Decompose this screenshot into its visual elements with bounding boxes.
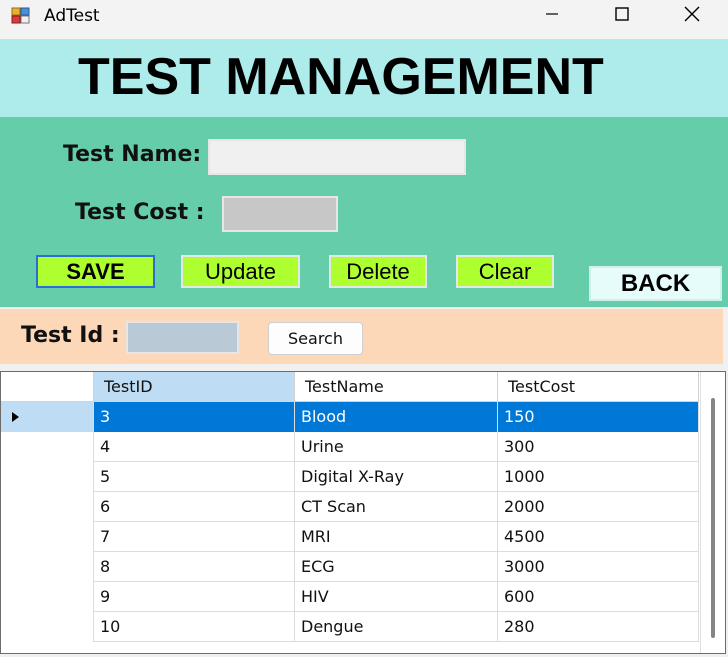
cell-testname[interactable]: Urine [295, 432, 498, 462]
cell-testid[interactable]: 10 [94, 612, 295, 642]
row-header[interactable] [1, 582, 94, 612]
scrollbar-thumb[interactable] [711, 398, 715, 638]
cell-testid[interactable]: 7 [94, 522, 295, 552]
table-row[interactable]: 7 MRI 4500 [1, 522, 699, 552]
cell-testcost[interactable]: 600 [498, 582, 699, 612]
cell-testcost[interactable]: 300 [498, 432, 699, 462]
test-id-input[interactable] [126, 321, 239, 354]
minimize-icon [545, 7, 559, 26]
cell-testcost[interactable]: 150 [498, 402, 699, 432]
back-button[interactable]: BACK [589, 266, 722, 301]
close-icon [684, 6, 700, 27]
cell-testname[interactable]: CT Scan [295, 492, 498, 522]
test-name-label: Test Name: [63, 142, 202, 167]
table-row[interactable]: 10 Dengue 280 [1, 612, 699, 642]
cell-testcost[interactable]: 1000 [498, 462, 699, 492]
app-icon [11, 6, 31, 26]
title-bar: AdTest [0, 0, 728, 39]
table-row[interactable]: 9 HIV 600 [1, 582, 699, 612]
table-row[interactable]: 4 Urine 300 [1, 432, 699, 462]
search-button[interactable]: Search [268, 322, 363, 355]
maximize-icon [615, 7, 629, 26]
tests-data-grid[interactable]: TestID TestName TestCost 3 Blood 150 4 Urine… [0, 371, 726, 654]
delete-button[interactable]: Delete [329, 255, 427, 288]
vertical-scrollbar[interactable] [700, 372, 725, 653]
column-header-testcost[interactable]: TestCost [498, 372, 699, 402]
cell-testid[interactable]: 3 [94, 402, 295, 432]
row-header[interactable] [1, 552, 94, 582]
cell-testname[interactable]: Dengue [295, 612, 498, 642]
table-row[interactable]: 6 CT Scan 2000 [1, 492, 699, 522]
row-header[interactable] [1, 462, 94, 492]
update-button[interactable]: Update [181, 255, 300, 288]
row-header[interactable] [1, 522, 94, 552]
cell-testname[interactable]: Blood [295, 402, 498, 432]
test-name-input[interactable] [208, 139, 466, 175]
column-header-testid[interactable]: TestID [94, 372, 295, 402]
window-title: AdTest [44, 6, 100, 26]
row-header[interactable] [1, 432, 94, 462]
test-cost-label: Test Cost : [75, 200, 205, 225]
grid-header-row: TestID TestName TestCost [1, 372, 699, 402]
cell-testname[interactable]: MRI [295, 522, 498, 552]
table-row[interactable]: 3 Blood 150 [1, 402, 699, 432]
cell-testid[interactable]: 6 [94, 492, 295, 522]
cell-testcost[interactable]: 4500 [498, 522, 699, 552]
cell-testname[interactable]: HIV [295, 582, 498, 612]
header-banner: TEST MANAGEMENT [0, 39, 728, 117]
row-header[interactable] [1, 402, 94, 432]
cell-testid[interactable]: 4 [94, 432, 295, 462]
cell-testcost[interactable]: 2000 [498, 492, 699, 522]
cell-testid[interactable]: 9 [94, 582, 295, 612]
cell-testcost[interactable]: 280 [498, 612, 699, 642]
cell-testid[interactable]: 8 [94, 552, 295, 582]
table-row[interactable]: 5 Digital X-Ray 1000 [1, 462, 699, 492]
row-header[interactable] [1, 612, 94, 642]
cell-testname[interactable]: Digital X-Ray [295, 462, 498, 492]
cell-testcost[interactable]: 3000 [498, 552, 699, 582]
table-row[interactable]: 8 ECG 3000 [1, 552, 699, 582]
minimize-button[interactable] [529, 0, 575, 33]
cell-testid[interactable]: 5 [94, 462, 295, 492]
save-button[interactable]: SAVE [36, 255, 155, 288]
maximize-button[interactable] [599, 0, 645, 33]
page-title: TEST MANAGEMENT [78, 48, 604, 106]
row-header[interactable] [1, 492, 94, 522]
test-cost-input[interactable] [222, 196, 338, 232]
test-id-label: Test Id : [21, 323, 120, 348]
clear-button[interactable]: Clear [456, 255, 554, 288]
column-header-testname[interactable]: TestName [295, 372, 498, 402]
row-header-corner [1, 372, 94, 402]
close-button[interactable] [669, 0, 715, 33]
search-panel: Test Id : Search [0, 309, 723, 364]
cell-testname[interactable]: ECG [295, 552, 498, 582]
